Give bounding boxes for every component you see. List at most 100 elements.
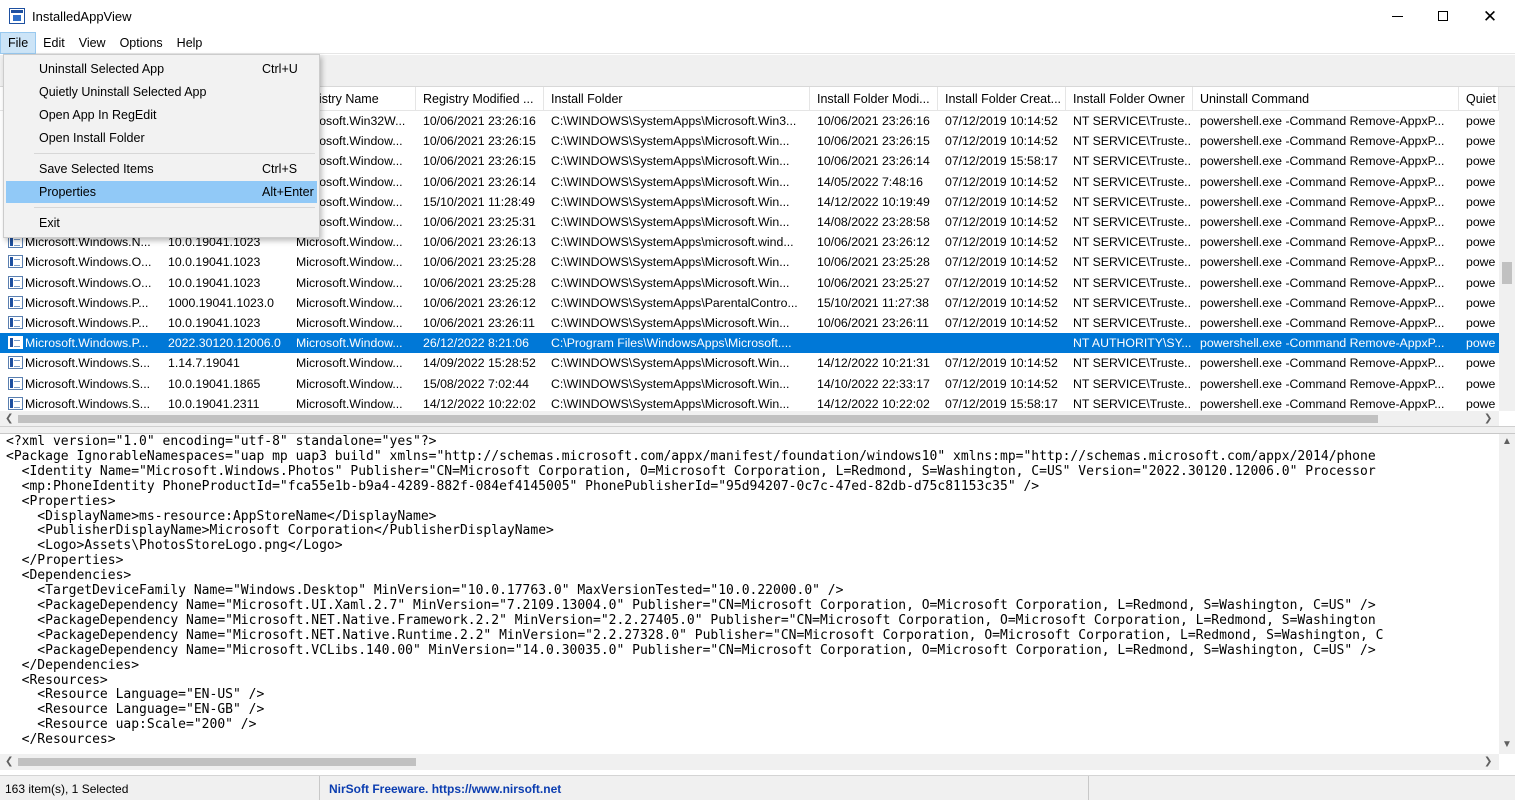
column-header[interactable]: Install Folder Modi... xyxy=(810,87,938,111)
table-cell: powershell.exe -Command Remove-AppxP... xyxy=(1200,134,1445,149)
xml-line: <DisplayName>ms-resource:AppStoreName</D… xyxy=(6,508,437,524)
table-cell: 07/12/2019 10:14:52 xyxy=(945,235,1058,250)
scroll-down-icon[interactable]: ▼ xyxy=(1502,740,1512,750)
table-cell: powershell.exe -Command Remove-AppxP... xyxy=(1200,194,1445,209)
table-cell: powe xyxy=(1466,174,1496,189)
table-cell: 14/12/2022 10:22:02 xyxy=(817,396,930,411)
table-cell: powe xyxy=(1466,396,1496,411)
table-cell: 14/12/2022 10:21:31 xyxy=(817,356,930,371)
table-cell: powe xyxy=(1466,235,1496,250)
menu-item-properties[interactable]: Properties Alt+Enter xyxy=(6,181,317,203)
menu-item-save-selected-items[interactable]: Save Selected Items Ctrl+S xyxy=(6,158,317,180)
scroll-up-icon[interactable]: ▲ xyxy=(1502,437,1512,447)
xml-horizontal-scrollbar[interactable]: ❮ ❯ xyxy=(0,754,1499,770)
list-hscroll-thumb[interactable] xyxy=(18,415,1378,423)
table-cell: 10/06/2021 23:25:31 xyxy=(423,215,536,229)
table-row[interactable]: Microsoft.Windows.O... 10.0.19041.1023 Mic… xyxy=(0,252,1499,272)
table-cell: NT SERVICE\Truste... xyxy=(1073,194,1191,209)
table-cell: 07/12/2019 10:14:52 xyxy=(945,376,1058,391)
scroll-right-icon[interactable]: ❯ xyxy=(1484,414,1492,424)
table-cell: 14/09/2022 15:28:52 xyxy=(423,356,536,371)
table-cell: Microsoft.Windows.O... xyxy=(25,255,152,270)
status-bar: 163 item(s), 1 Selected NirSoft Freeware… xyxy=(0,775,1515,800)
xml-line: <Resource Language="EN-GB" /> xyxy=(6,702,265,718)
app-package-icon xyxy=(8,356,23,370)
table-row[interactable]: Microsoft.Windows.S... 10.0.19041.1865 Mic… xyxy=(0,374,1499,394)
table-row[interactable]: Microsoft.Windows.O... 10.0.19041.1023 Mic… xyxy=(0,273,1499,293)
xml-vertical-scrollbar[interactable]: ▲ ▼ xyxy=(1499,434,1515,754)
table-cell: NT SERVICE\Truste... xyxy=(1073,316,1191,330)
close-button[interactable]: ✕ xyxy=(1467,0,1513,32)
list-vertical-scrollbar[interactable] xyxy=(1499,87,1515,411)
xml-line: <Logo>Assets\PhotosStoreLogo.png</Logo> xyxy=(6,538,343,554)
table-cell: Microsoft.Windows.S... xyxy=(25,376,151,391)
column-header[interactable]: Registry Modified ... xyxy=(416,87,544,111)
table-row[interactable]: Microsoft.Windows.P... 2022.30120.12006.0… xyxy=(0,333,1499,354)
table-cell: NT SERVICE\Truste... xyxy=(1073,215,1191,229)
table-cell: 14/05/2022 7:48:16 xyxy=(817,174,923,189)
table-cell: powershell.exe -Command Remove-AppxP... xyxy=(1200,235,1445,250)
menu-item-open-install-folder[interactable]: Open Install Folder xyxy=(6,127,317,149)
nirsoft-link[interactable]: NirSoft Freeware. https://www.nirsoft.ne… xyxy=(324,776,1089,800)
list-vscroll-thumb[interactable] xyxy=(1502,262,1512,284)
table-cell: 10/06/2021 23:25:27 xyxy=(817,275,930,290)
table-cell: 10.0.19041.1865 xyxy=(168,376,261,391)
scroll-left-icon[interactable]: ❮ xyxy=(5,414,13,424)
xml-line: <TargetDeviceFamily Name="Windows.Deskto… xyxy=(6,583,844,599)
xml-scroll-right-icon[interactable]: ❯ xyxy=(1484,757,1492,767)
column-header[interactable]: Uninstall Command xyxy=(1193,87,1459,111)
window-title: InstalledAppView xyxy=(32,9,132,24)
table-cell: powe xyxy=(1466,215,1496,229)
menu-file[interactable]: File xyxy=(0,32,37,54)
column-header[interactable]: Install Folder Owner xyxy=(1066,87,1193,111)
maximize-button[interactable] xyxy=(1420,0,1466,32)
table-cell: C:\WINDOWS\SystemApps\Microsoft.Win... xyxy=(551,134,790,149)
table-row[interactable]: Microsoft.Windows.P... 1000.19041.1023.0 M… xyxy=(0,293,1499,313)
column-header[interactable]: Install Folder xyxy=(544,87,810,111)
minimize-button[interactable] xyxy=(1374,0,1420,32)
xml-line: <Properties> xyxy=(6,493,116,509)
menu-item-uninstall-selected-app[interactable]: Uninstall Selected App Ctrl+U xyxy=(6,58,317,80)
table-cell: Microsoft.Windows.S... xyxy=(25,356,151,371)
table-cell: NT SERVICE\Truste... xyxy=(1073,275,1191,290)
table-cell: powe xyxy=(1466,316,1496,330)
pane-splitter[interactable] xyxy=(0,427,1515,434)
table-cell: 10.0.19041.1023 xyxy=(168,275,261,290)
table-cell: 14/10/2022 22:33:17 xyxy=(817,376,930,391)
list-horizontal-scrollbar[interactable]: ❮ ❯ xyxy=(0,411,1499,426)
app-package-icon xyxy=(8,316,23,329)
table-cell: 07/12/2019 15:58:17 xyxy=(945,396,1058,411)
menu-edit[interactable]: Edit xyxy=(36,32,72,54)
menu-view[interactable]: View xyxy=(72,32,113,54)
table-cell: powershell.exe -Command Remove-AppxP... xyxy=(1200,275,1445,290)
table-cell: powe xyxy=(1466,336,1496,351)
table-cell: 10/06/2021 23:26:16 xyxy=(817,114,930,128)
table-cell: 07/12/2019 10:14:52 xyxy=(945,215,1058,229)
xml-scroll-left-icon[interactable]: ❮ xyxy=(5,757,13,767)
menu-item-label: Uninstall Selected App xyxy=(39,62,165,76)
xml-line: <PackageDependency Name="Microsoft.VCLib… xyxy=(6,642,1376,658)
menu-options[interactable]: Options xyxy=(113,32,170,54)
xml-line: <?xml version="1.0" encoding="utf-8" sta… xyxy=(6,435,437,449)
xml-hscroll-thumb[interactable] xyxy=(18,758,416,766)
app-package-icon xyxy=(8,255,23,269)
menu-help[interactable]: Help xyxy=(170,32,210,54)
table-cell: 10.0.19041.2311 xyxy=(168,396,260,411)
table-cell: Microsoft.Window... xyxy=(296,295,403,310)
column-header[interactable]: Install Folder Creat... xyxy=(938,87,1066,111)
app-package-icon xyxy=(8,396,23,410)
table-cell: 10/06/2021 23:26:14 xyxy=(817,154,930,169)
column-header[interactable]: Quiet xyxy=(1459,87,1499,111)
xml-text: <?xml version="1.0" encoding="utf-8" sta… xyxy=(6,435,1498,748)
menu-item-label: Properties xyxy=(39,185,96,199)
status-item-count: 163 item(s), 1 Selected xyxy=(0,776,320,800)
table-row[interactable]: Microsoft.Windows.S... 1.14.7.19041 Micros… xyxy=(0,353,1499,373)
menu-item-open-app-in-regedit[interactable]: Open App In RegEdit xyxy=(6,104,317,126)
menu-item-exit[interactable]: Exit xyxy=(6,212,317,234)
table-row[interactable]: Microsoft.Windows.P... 10.0.19041.1023 Mic… xyxy=(0,313,1499,333)
table-cell: Microsoft.Windows.O... xyxy=(25,275,152,290)
table-cell: NT SERVICE\Truste... xyxy=(1073,154,1191,169)
menu-item-quietly-uninstall-selected-app[interactable]: Quietly Uninstall Selected App xyxy=(6,81,317,103)
table-cell: powe xyxy=(1466,275,1496,290)
table-cell: powershell.exe -Command Remove-AppxP... xyxy=(1200,174,1445,189)
